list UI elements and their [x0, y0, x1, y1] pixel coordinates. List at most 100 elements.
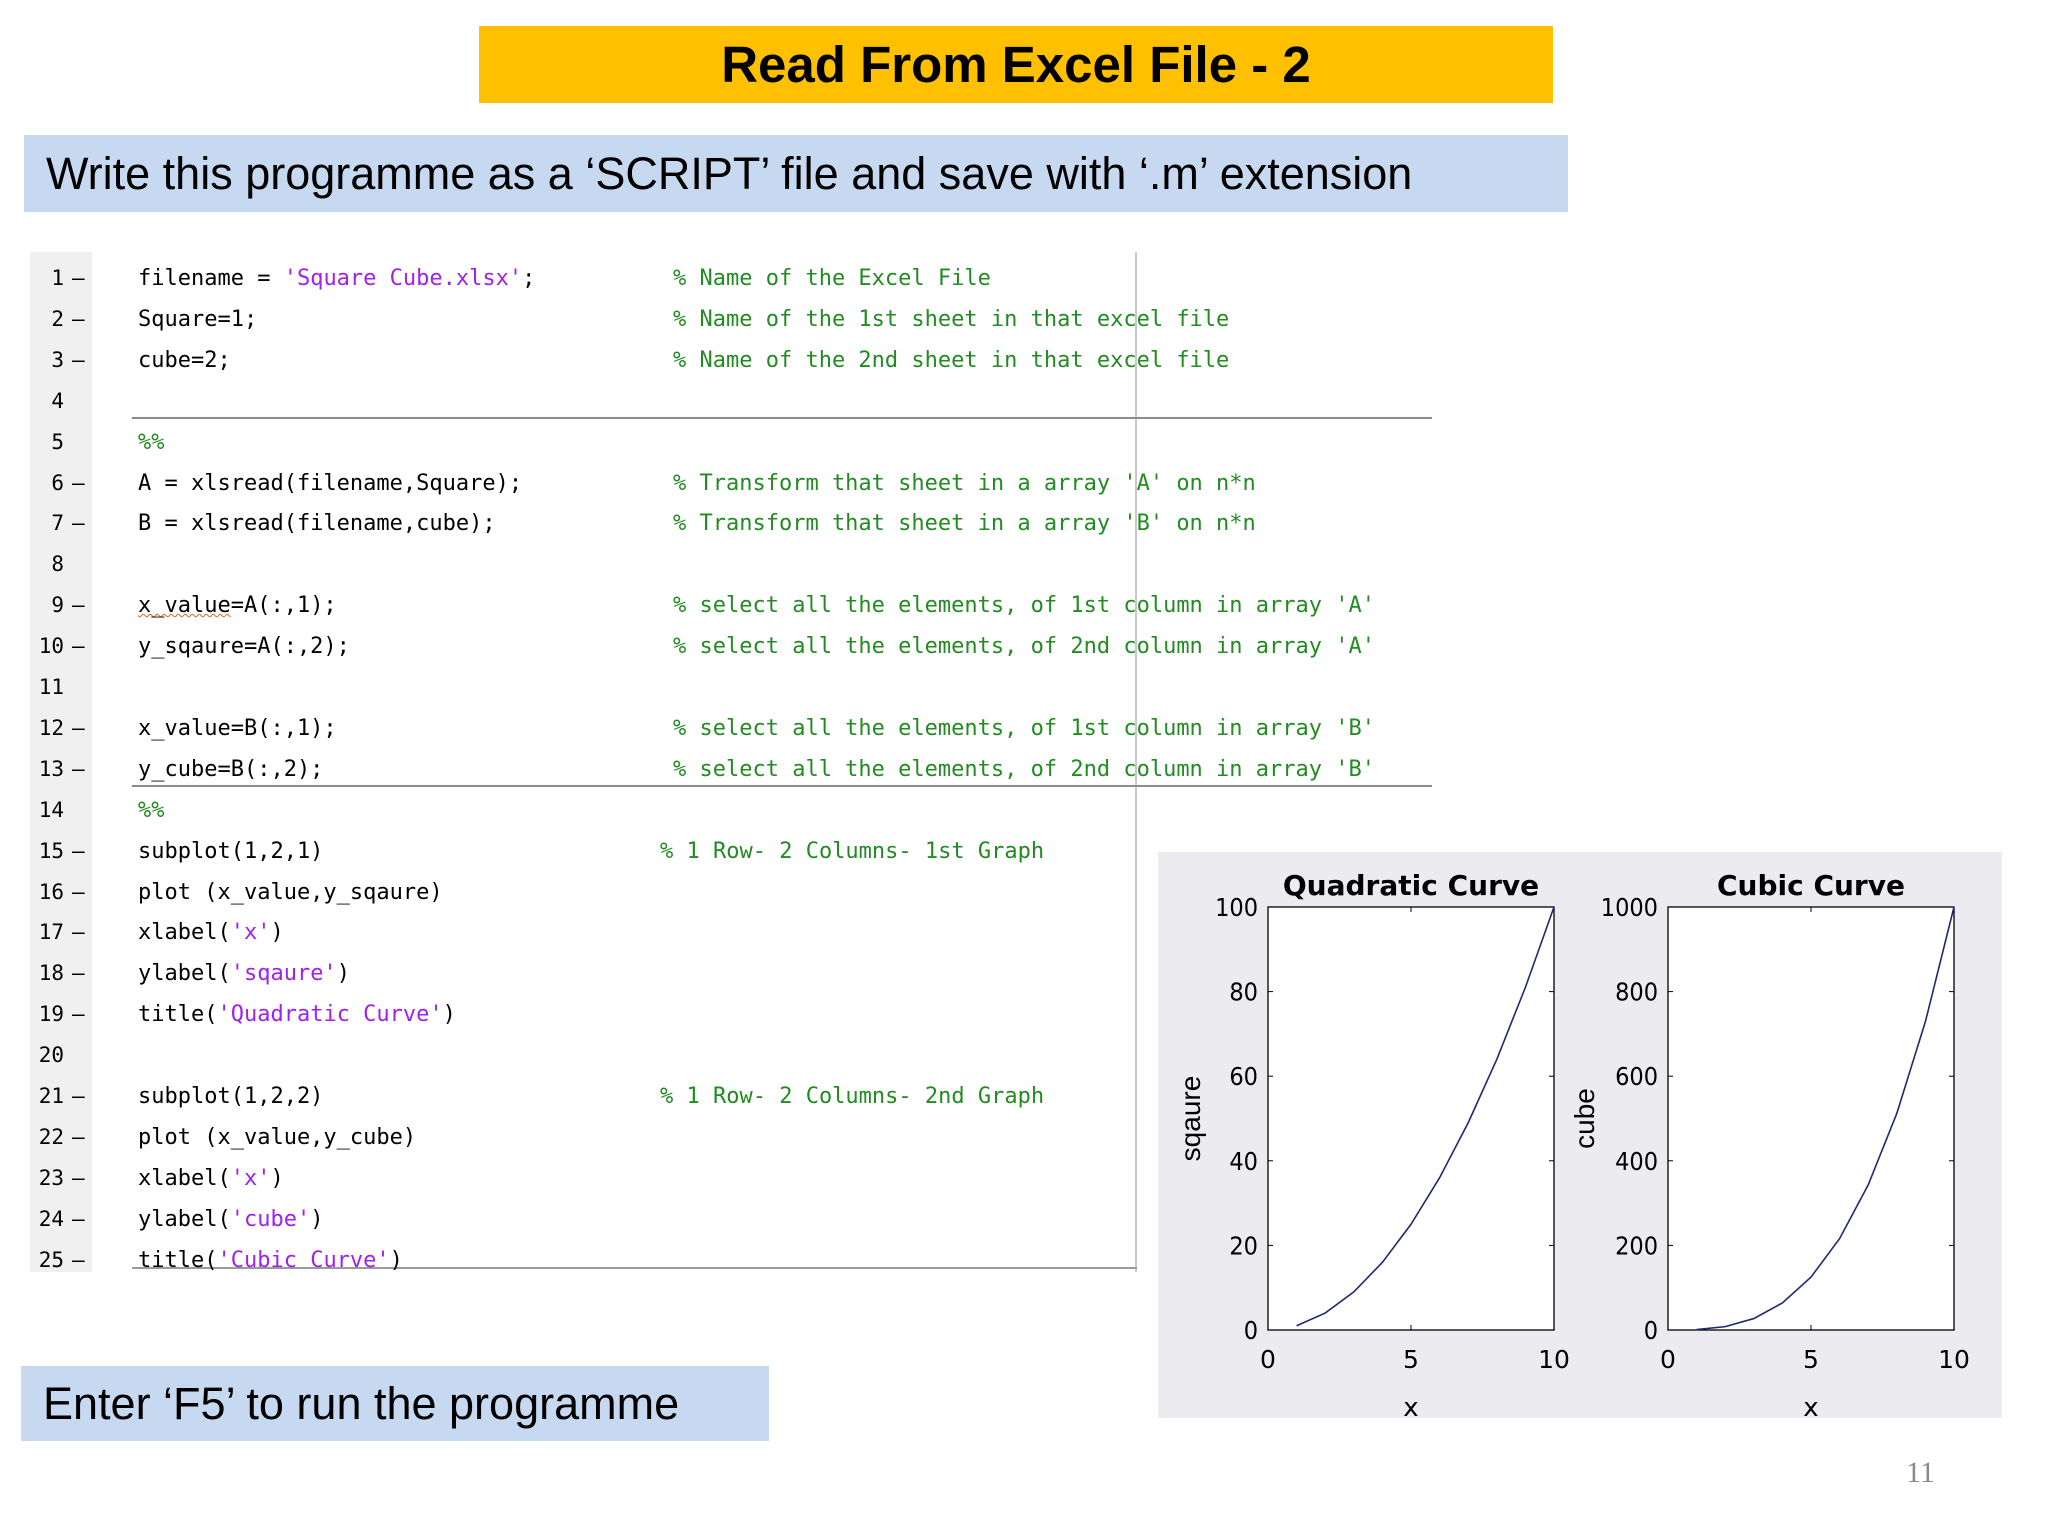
code-comment: % 1 Row- 2 Columns- 2nd Graph	[660, 1084, 1045, 1109]
code-line[interactable]: 11	[30, 667, 1430, 708]
code-line[interactable]: 14%%	[30, 790, 1430, 831]
y-tick-label: 20	[1229, 1231, 1258, 1260]
line-number: 19	[38, 1002, 64, 1027]
code-line[interactable]: 10– y_sqaure=A(:,2); % select all the elem…	[30, 626, 1430, 667]
breakpoint-marker[interactable]: –	[72, 258, 85, 299]
x-tick-label: 0	[1260, 1345, 1276, 1374]
y-tick-label: 600	[1615, 1062, 1658, 1091]
string-literal: 'Quadratic Curve'	[217, 1002, 443, 1028]
line-number: 7	[51, 511, 64, 536]
breakpoint-marker[interactable]: –	[72, 831, 85, 872]
code-comment: % select all the elements, of 2nd column…	[673, 756, 1375, 782]
code-line[interactable]: 12– x_value=B(:,1); % select all the eleme…	[30, 708, 1430, 749]
line-number: 24	[38, 1206, 64, 1231]
line-number: 5	[51, 429, 64, 454]
code-token: )	[270, 1165, 284, 1191]
line-number: 18	[38, 961, 64, 986]
breakpoint-marker[interactable]: –	[72, 1158, 85, 1199]
code-line[interactable]: 5%%	[30, 422, 1430, 463]
string-literal: 'Square Cube.xlsx'	[283, 266, 523, 291]
breakpoint-marker[interactable]: –	[72, 299, 85, 340]
code-token: plot (x_value,y_sqaure)	[138, 879, 443, 905]
x-axis-label: x	[1403, 1393, 1418, 1418]
code-comment: % select all the elements, of 1st column…	[673, 593, 1375, 619]
code-text: plot (x_value,y_cube)	[138, 1117, 416, 1158]
code-comment: % 1 Row- 2 Columns- 1st Graph	[660, 838, 1045, 864]
breakpoint-marker[interactable]: –	[72, 585, 85, 626]
y-tick-label: 40	[1229, 1147, 1258, 1176]
breakpoint-marker[interactable]: –	[72, 953, 85, 994]
x-tick-label: 5	[1803, 1345, 1819, 1374]
slide-title: Read From Excel File - 2	[479, 26, 1553, 103]
code-text: x_value=B(:,1);	[138, 708, 337, 749]
code-line[interactable]: 3– cube=2; % Name of the 2nd sheet in that…	[30, 340, 1430, 381]
code-text: subplot(1,2,1)	[138, 831, 323, 872]
figure-window: 0 20 40 60 80 100 0 5 10 Quadratic Curve x sqaure 0 2…	[1158, 852, 2002, 1418]
code-line[interactable]: 2– Square=1; % Name of the 1st sheet in th…	[30, 299, 1430, 340]
code-token: A = xlsread(filename,Square);	[138, 470, 523, 496]
run-instruction: Enter ‘F5’ to run the programme	[21, 1366, 769, 1441]
y-tick-label: 400	[1615, 1147, 1658, 1176]
code-text: A = xlsread(filename,Square);	[138, 463, 522, 504]
plot-axes-box	[1267, 906, 1555, 1331]
code-token: )	[442, 1002, 456, 1028]
code-editor[interactable]: 1– filename = 'Square Cube.xlsx';% Name o…	[30, 252, 1432, 1273]
code-comment: % select all the elements, of 1st column…	[673, 715, 1375, 741]
line-number: 23	[38, 1165, 64, 1190]
code-token: y_sqaure=A(:,2);	[138, 634, 350, 660]
breakpoint-marker[interactable]: –	[72, 749, 85, 790]
code-token: plot (x_value,y_cube)	[138, 1124, 417, 1150]
code-token: B = xlsread(filename,cube);	[138, 511, 496, 537]
figure-plots: 0204060801000 5 10Quadratic Curvexsqaure02…	[1175, 869, 1970, 1418]
code-line[interactable]: 8	[30, 544, 1430, 585]
code-comment: % Transform that sheet in a array 'A' on…	[673, 470, 1256, 496]
string-literal: 'x'	[230, 1165, 271, 1191]
code-comment: % Name of the 1st sheet in that excel fi…	[673, 306, 1230, 332]
breakpoint-marker[interactable]: –	[72, 872, 85, 913]
code-comment: % select all the elements, of 2nd column…	[673, 634, 1375, 660]
code-token: )	[389, 1247, 403, 1273]
code-text: title('Quadratic Curve')	[138, 994, 456, 1035]
line-number: 21	[38, 1084, 64, 1108]
breakpoint-marker[interactable]: –	[72, 463, 85, 504]
line-number: 16	[38, 879, 64, 904]
code-token: ylabel(	[138, 1206, 231, 1232]
code-token: )	[310, 1206, 324, 1232]
breakpoint-marker[interactable]: –	[72, 912, 85, 953]
code-line[interactable]: 13– y_cube=B(:,2); % select all the elemen…	[30, 749, 1430, 790]
code-comment: % Transform that sheet in a array 'B' on…	[673, 511, 1256, 537]
breakpoint-marker[interactable]: –	[72, 503, 85, 544]
code-line[interactable]: 7– B = xlsread(filename,cube); % Transform…	[30, 503, 1430, 544]
code-line[interactable]: 9– x_value=A(:,1); % select all the elemen…	[30, 585, 1430, 626]
line-number: 9	[51, 593, 64, 618]
breakpoint-marker[interactable]: –	[72, 708, 85, 749]
code-line[interactable]: 4	[30, 381, 1430, 422]
breakpoint-marker[interactable]: –	[72, 1076, 85, 1117]
page-number: 11	[1906, 1456, 1935, 1489]
breakpoint-marker[interactable]: –	[72, 626, 85, 667]
breakpoint-marker[interactable]: –	[72, 340, 85, 381]
y-tick-label: 0	[1644, 1316, 1658, 1345]
code-text: subplot(1,2,2)	[138, 1076, 323, 1117]
breakpoint-marker[interactable]: –	[72, 994, 85, 1035]
string-literal: 'cube'	[230, 1206, 311, 1232]
code-text: y_sqaure=A(:,2);	[138, 626, 350, 667]
line-number: 11	[38, 675, 64, 699]
breakpoint-marker[interactable]: –	[72, 1199, 85, 1240]
code-line[interactable]: 6– A = xlsread(filename,Square); % Transfo…	[30, 463, 1430, 504]
breakpoint-marker[interactable]: –	[72, 1117, 85, 1158]
code-text: %%	[138, 790, 165, 831]
code-token: x_value=B(:,1);	[138, 715, 337, 741]
plot-title: Quadratic Curve	[1283, 869, 1539, 902]
code-line[interactable]: 1– filename = 'Square Cube.xlsx'; % Name o…	[30, 258, 1430, 299]
code-text: xlabel('x')	[138, 1158, 284, 1199]
code-text: ylabel('sqaure')	[138, 953, 350, 994]
instruction-banner: Write this programme as a ‘SCRIPT’ file …	[24, 135, 1568, 212]
code-comment: % Name of the Excel File	[673, 266, 991, 291]
x-tick-label: 0	[1660, 1345, 1676, 1374]
x-tick-label: 10	[1538, 1345, 1570, 1374]
breakpoint-marker[interactable]: –	[72, 1240, 85, 1281]
code-token: x_value	[138, 593, 231, 619]
line-number: 6	[51, 470, 64, 495]
code-token: Square=1;	[138, 306, 258, 332]
